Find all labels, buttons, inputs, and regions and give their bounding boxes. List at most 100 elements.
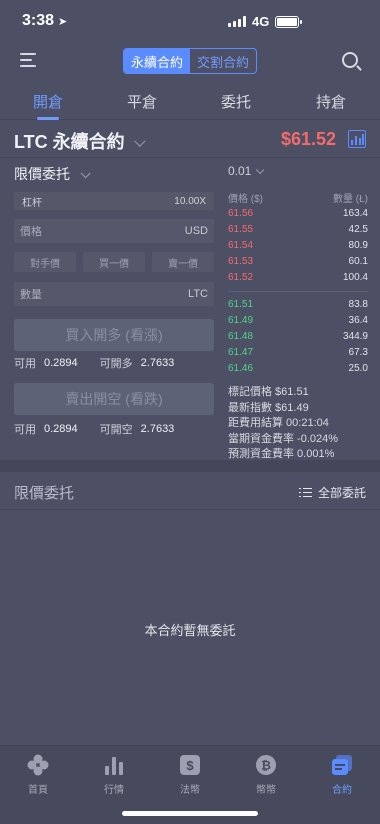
all-orders-button[interactable]: 全部委託: [298, 484, 366, 501]
order-form: 限價委托 杠杆 10.00X 價格 USD 對手價 買一價 賣一價 數量 LTC…: [14, 164, 214, 439]
leverage-value[interactable]: 10.00X: [174, 196, 206, 207]
current-funding-rate: 當期資金費率 -0.024%: [228, 432, 339, 445]
leverage-label: 杠杆: [22, 197, 42, 209]
trade-tabs: 開倉 平倉 委托 持倉: [0, 82, 380, 120]
dollar-icon[interactable]: $: [179, 754, 201, 776]
empty-orders-message: 本合約暫無委託: [144, 623, 236, 638]
list-icon[interactable]: [298, 487, 312, 498]
divider: [0, 157, 380, 158]
svg-text:$: $: [186, 758, 194, 773]
nav-item-contract[interactable]: 合約: [304, 754, 380, 796]
order-book: 0.01 價格 ($) 數量 (Ł) 61.56 163.4 61.55 42.5 …: [228, 164, 368, 463]
tab-positions[interactable]: 持倉: [301, 91, 361, 112]
quantity-placeholder[interactable]: 數量: [20, 286, 42, 302]
ask1-price-button[interactable]: 賣一價: [152, 252, 214, 272]
last-price: $61.52: [280, 129, 336, 149]
buy-open-value: 2.7633: [140, 357, 175, 369]
contract-stats: 標記價格 $61.51 最新指數 $61.49 距費用結算 00:21:04 當…: [228, 385, 368, 463]
chart-icon[interactable]: [348, 130, 366, 148]
latest-index: 最新指數 $61.49: [228, 401, 309, 414]
bid-list: 61.51 83.8 61.49 36.4 61.48 344.9 61.47 67.3…: [228, 297, 368, 377]
location-arrow-icon: ➤: [58, 16, 68, 28]
ask-row[interactable]: 61.53 60.1: [228, 254, 368, 270]
funding-countdown: 距費用結算 00:21:04: [228, 417, 329, 429]
sell-open-label: 可開空: [99, 424, 133, 436]
bid-row[interactable]: 61.46 25.0: [228, 361, 368, 377]
contract-name[interactable]: LTC 永續合約: [14, 132, 125, 152]
status-right: 4G: [228, 14, 368, 29]
buy-availability: 可用 0.2894 可開多 2.7633: [14, 353, 214, 373]
quick-price-buttons: 對手價 買一價 賣一價: [14, 252, 214, 272]
nav-label-spot[interactable]: 幣幣: [228, 781, 304, 796]
ask-row[interactable]: 61.55 42.5: [228, 222, 368, 238]
ask-row[interactable]: 61.56 163.4: [228, 206, 368, 222]
nav-label-market[interactable]: 行情: [76, 781, 152, 796]
bid-row[interactable]: 61.51 83.8: [228, 297, 368, 313]
nav-label-home[interactable]: 首頁: [0, 781, 76, 796]
search-icon[interactable]: [342, 52, 358, 68]
bar-chart-icon[interactable]: [103, 754, 125, 776]
nav-item-market[interactable]: 行情: [76, 754, 152, 796]
contract-type-toggle: 永續合約 交割合約: [123, 48, 257, 74]
buy-avail-value: 0.2894: [44, 357, 78, 369]
order-type-select[interactable]: 限價委托: [14, 164, 214, 184]
chevron-down-icon[interactable]: [256, 165, 265, 175]
status-bar: 3:38 ➤ 4G: [0, 0, 380, 44]
status-time: 3:38 ➤: [22, 12, 68, 29]
bid1-price-button[interactable]: 買一價: [83, 252, 145, 272]
tab-perpetual-contract[interactable]: 永續合約: [124, 49, 190, 73]
nav-bar: 永續合約 交割合約: [0, 44, 380, 78]
limit-orders-title: 限價委托: [14, 485, 75, 502]
price-column-header: 價格 ($): [228, 194, 263, 205]
price-unit: USD: [184, 225, 208, 237]
bid-row[interactable]: 61.49 36.4: [228, 313, 368, 329]
bid-row[interactable]: 61.48 344.9: [228, 329, 368, 345]
quantity-unit: LTC: [188, 288, 208, 300]
sell-availability: 可用 0.2894 可開空 2.7633: [14, 419, 214, 439]
nav-item-fiat[interactable]: $ 法幣: [152, 754, 228, 796]
depth-select[interactable]: 0.01: [228, 164, 368, 182]
contract-header[interactable]: LTC 永續合約 $61.52: [14, 128, 366, 156]
sell-avail-value: 0.2894: [44, 423, 78, 435]
home-icon[interactable]: [27, 754, 49, 776]
svg-text:₿: ₿: [261, 759, 271, 773]
active-tab-indicator: [37, 117, 59, 120]
ask-row[interactable]: 61.54 80.9: [228, 238, 368, 254]
tab-delivery-contract[interactable]: 交割合約: [190, 49, 256, 73]
tab-open-position[interactable]: 開倉: [18, 91, 78, 112]
price-input[interactable]: 價格 USD: [14, 219, 214, 243]
all-orders-label[interactable]: 全部委託: [318, 484, 366, 501]
battery-icon: [275, 15, 303, 28]
nav-item-home[interactable]: 首頁: [0, 754, 76, 796]
contract-icon[interactable]: [331, 754, 353, 776]
signal-icon: [228, 16, 246, 27]
chevron-down-icon[interactable]: [80, 168, 91, 179]
bid-row[interactable]: 61.47 67.3: [228, 345, 368, 361]
leverage-selector[interactable]: 杠杆 10.00X: [14, 192, 214, 210]
chevron-down-icon[interactable]: [133, 135, 146, 147]
sell-open-value: 2.7633: [140, 423, 175, 435]
bitcoin-icon[interactable]: ₿: [255, 754, 277, 776]
nav-item-spot[interactable]: ₿ 幣幣: [228, 754, 304, 796]
mark-price: 標記價格 $61.51: [228, 386, 309, 398]
counterparty-price-button[interactable]: 對手價: [14, 252, 76, 272]
tab-orders[interactable]: 委托: [206, 91, 266, 112]
buy-avail-label: 可用: [14, 358, 36, 370]
buy-open-label: 可開多: [99, 358, 133, 370]
nav-label-fiat[interactable]: 法幣: [152, 781, 228, 796]
quantity-input[interactable]: 數量 LTC: [14, 282, 214, 306]
order-book-divider: [228, 291, 368, 292]
menu-icon[interactable]: [20, 53, 38, 67]
order-book-header: 價格 ($) 數量 (Ł): [228, 190, 368, 206]
sell-avail-label: 可用: [14, 424, 36, 436]
bottom-nav: 首頁 行情 $ 法幣 ₿ 幣幣 合約: [0, 745, 380, 824]
ask-row[interactable]: 61.52 100.4: [228, 270, 368, 286]
limit-orders-header: 限價委托 全部委託: [0, 472, 380, 510]
network-type: 4G: [252, 14, 270, 29]
price-placeholder[interactable]: 價格: [20, 223, 42, 239]
ask-list: 61.56 163.4 61.55 42.5 61.54 80.9 61.53 60.1…: [228, 206, 368, 286]
sell-short-button[interactable]: 賣出開空 (看跌): [14, 383, 214, 415]
nav-label-contract[interactable]: 合約: [304, 781, 380, 796]
buy-long-button[interactable]: 買入開多 (看漲): [14, 319, 214, 351]
tab-close-position[interactable]: 平倉: [112, 91, 172, 112]
